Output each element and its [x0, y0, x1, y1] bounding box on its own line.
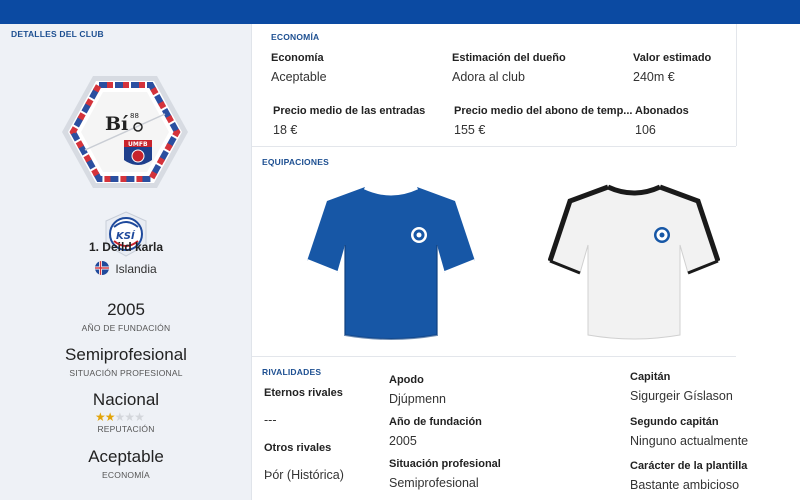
star-icon: ★: [134, 410, 145, 424]
divider: [252, 356, 736, 357]
away-kit-shirt-icon[interactable]: [548, 183, 720, 343]
economy-value: Aceptable: [271, 70, 327, 84]
country-name: Islandia: [115, 262, 157, 276]
league-name[interactable]: 1. Deild karla: [0, 240, 252, 254]
subscribers-value: 106: [635, 123, 656, 137]
star-icon: ★: [124, 410, 135, 424]
economy-value: Aceptable: [88, 447, 164, 466]
estimated-value: 240m €: [633, 70, 675, 84]
season-ticket-value: 155 €: [454, 123, 486, 137]
professional-status-value: Semiprofesional: [389, 476, 479, 490]
owner-estimate-label: Estimación del dueño: [452, 52, 566, 64]
eternal-rivals-label: Eternos rivales: [264, 387, 343, 399]
divider: [252, 146, 736, 147]
star-icon: ★: [104, 410, 116, 424]
economy-title: ECONOMÍA: [271, 32, 320, 42]
star-icon: ★: [114, 410, 126, 424]
status-value: Semiprofesional: [65, 345, 187, 364]
crest-badge-text: UMFB: [128, 141, 148, 148]
captain-label: Capitán: [630, 371, 671, 383]
founded-label: AÑO DE FUNDACIÓN: [81, 323, 171, 333]
estimated-value-label: Valor estimado: [633, 52, 712, 64]
other-rivals-label: Otros rivales: [264, 442, 332, 454]
economy-label: Economía: [271, 52, 324, 64]
professional-status-label: Situación profesional: [389, 458, 501, 470]
founded-year-label: Año de fundación: [389, 416, 482, 428]
other-rivals-value[interactable]: Þór (Histórica): [264, 468, 344, 482]
vice-captain-value: Ninguno actualmente: [630, 434, 749, 448]
star-icon: ★: [95, 410, 106, 424]
vice-captain-label: Segundo capitán: [630, 416, 719, 428]
top-bar: [0, 0, 800, 24]
ticket-price-value: 18 €: [273, 123, 298, 137]
owner-estimate-value: Adora al club: [452, 70, 525, 84]
crest-superscript: 88: [130, 112, 139, 120]
crest-text: Bí: [105, 113, 129, 135]
country-row[interactable]: Islandia: [0, 261, 252, 276]
ticket-price-label: Precio medio de las entradas: [273, 105, 426, 117]
founded-year-value: 2005: [389, 434, 417, 448]
divider: [736, 24, 737, 146]
reputation-value: Nacional: [92, 390, 160, 409]
reputation-stars: ★★★★★: [95, 410, 145, 424]
reputation-label: REPUTACIÓN: [97, 424, 155, 434]
club-details-title: DETALLES DEL CLUB: [11, 29, 104, 39]
iceland-flag-icon: [95, 261, 110, 275]
eternal-rivals-value: ---: [264, 413, 277, 427]
squad-character-label: Carácter de la plantilla: [630, 460, 748, 472]
squad-character-value: Bastante ambicioso: [630, 478, 740, 492]
home-kit-shirt-icon[interactable]: [305, 183, 477, 343]
status-label: SITUACIÓN PROFESIONAL: [69, 368, 183, 378]
season-ticket-label: Precio medio del abono de temp...: [454, 105, 633, 117]
subscribers-label: Abonados: [635, 105, 689, 117]
founded-value: 2005: [107, 300, 145, 319]
club-details-sidebar: DETALLES DEL CLUB Bí 88 UMFB KSÍ 1. Deil…: [0, 24, 252, 500]
captain-value[interactable]: Sigurgeir Gíslason: [630, 389, 733, 403]
economy-label: ECONOMÍA: [102, 470, 150, 480]
club-crest-icon: Bí 88 UMFB: [62, 76, 188, 188]
nickname-value: Djúpmenn: [389, 392, 446, 406]
kits-title: EQUIPACIONES: [262, 157, 329, 167]
nickname-label: Apodo: [389, 374, 424, 386]
rivals-title: RIVALIDADES: [262, 367, 322, 377]
